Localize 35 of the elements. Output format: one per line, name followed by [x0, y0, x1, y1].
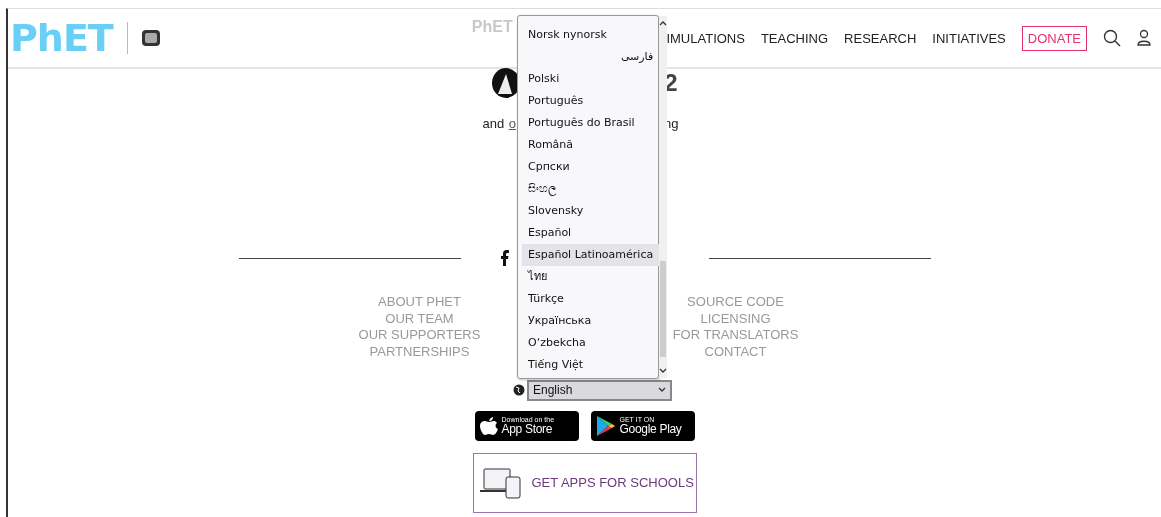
- language-option[interactable]: Türkçe: [522, 288, 660, 310]
- language-option[interactable]: Español Latinoamérica: [522, 244, 660, 266]
- language-option[interactable]: Português: [522, 90, 660, 112]
- intro-text: and: [482, 115, 505, 131]
- user-icon[interactable]: [1137, 29, 1151, 47]
- language-option[interactable]: Español: [522, 222, 660, 244]
- laptop-tablet-icon: [479, 466, 522, 499]
- nav-link[interactable]: RESEARCH: [844, 30, 917, 46]
- scrollbar[interactable]: [659, 16, 668, 378]
- language-option[interactable]: فارسی: [522, 46, 660, 68]
- language-option[interactable]: O‘zbekcha: [522, 332, 660, 354]
- language-option[interactable]: Română: [522, 134, 660, 156]
- globe-icon: [513, 384, 525, 397]
- language-option[interactable]: සිංහල: [522, 178, 660, 200]
- intro-link[interactable]: o: [508, 115, 516, 131]
- university-logo-icon[interactable]: [139, 27, 162, 49]
- nav-link[interactable]: TEACHING: [760, 30, 829, 46]
- language-option[interactable]: ไทย: [522, 266, 660, 288]
- nav-link[interactable]: INITIATIVES: [932, 30, 1006, 46]
- scroll-up-icon[interactable]: [659, 20, 668, 26]
- language-option[interactable]: Norsk nynorsk: [522, 24, 660, 46]
- language-option[interactable]: Tiếng Việt: [522, 354, 660, 376]
- nav-link[interactable]: IMULATIONS: [666, 30, 745, 46]
- language-select[interactable]: English: [527, 379, 672, 401]
- language-option[interactable]: Português do Brasil: [522, 112, 660, 134]
- scroll-down-icon[interactable]: [659, 368, 668, 374]
- language-option[interactable]: Українська: [522, 310, 660, 332]
- get-apps-for-schools-button[interactable]: GET APPS FOR SCHOOLS: [472, 452, 697, 513]
- language-option[interactable]: Српски: [522, 156, 660, 178]
- facebook-icon[interactable]: [500, 250, 509, 266]
- language-option[interactable]: Polski: [522, 68, 660, 90]
- search-icon[interactable]: [1103, 29, 1121, 47]
- donate-button[interactable]: DONATE: [1021, 25, 1087, 51]
- chevron-down-icon: [658, 387, 666, 394]
- language-option[interactable]: Slovensky: [522, 200, 660, 222]
